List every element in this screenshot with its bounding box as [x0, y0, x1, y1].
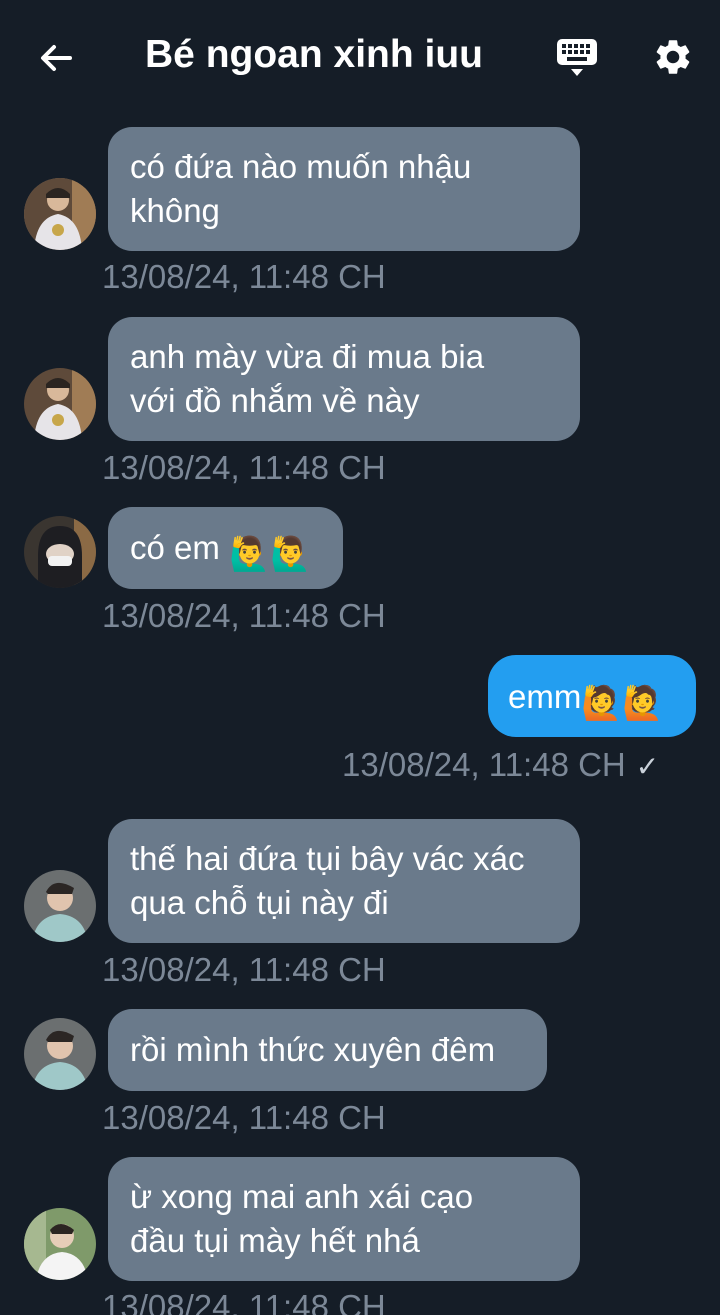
message-timestamp: 13/08/24, 11:48 CH [102, 258, 386, 295]
arrow-left-icon [41, 45, 72, 71]
sender-avatar[interactable] [24, 368, 96, 440]
message-line: có đứa nào muốn nhậu [130, 148, 472, 185]
message-timestamp-row: 13/08/24, 11:48 CH ✓ [342, 746, 659, 784]
incoming-message-bubble[interactable]: anh mày vừa đi mua bia với đồ nhắm về nà… [108, 317, 580, 441]
incoming-message-bubble[interactable]: có đứa nào muốn nhậu không [108, 127, 580, 251]
keyboard-button[interactable] [552, 34, 602, 82]
message-line: không [130, 192, 220, 229]
back-button[interactable] [30, 32, 82, 84]
message-text: rồi mình thức xuyên đêm [130, 1031, 496, 1068]
message-timestamp: 13/08/24, 11:48 CH [342, 746, 626, 783]
message-timestamp: 13/08/24, 11:48 CH [102, 597, 386, 634]
chat-title: Bé ngoan xinh iuu [145, 33, 483, 76]
chat-header: Bé ngoan xinh iuu [0, 0, 720, 112]
message-timestamp: 13/08/24, 11:48 CH [102, 1099, 386, 1136]
outgoing-message-bubble[interactable]: emm🙋🙋 [488, 655, 696, 737]
incoming-message-bubble[interactable]: có em 🙋‍♂️🙋‍♂️ [108, 507, 343, 589]
sender-avatar[interactable] [24, 516, 96, 588]
message-line: thế hai đứa tụi bây vác xác [130, 840, 525, 877]
message-timestamp: 13/08/24, 11:48 CH [102, 1288, 386, 1315]
message-line: với đồ nhắm về này [130, 382, 420, 419]
sender-avatar[interactable] [24, 178, 96, 250]
keyboard-icon [557, 39, 597, 76]
message-line: qua chỗ tụi này đi [130, 884, 389, 921]
sender-avatar[interactable] [24, 870, 96, 942]
raising-hand-emoji-icon: 🙋‍♂️🙋‍♂️ [229, 535, 312, 572]
sender-avatar[interactable] [24, 1208, 96, 1280]
message-text: emm [508, 678, 582, 715]
chat-screen: Bé ngoan xinh iuu có đứa nào muốn nhậu k… [0, 0, 720, 1315]
incoming-message-bubble[interactable]: ừ xong mai anh xái cạo đầu tụi mày hết n… [108, 1157, 580, 1281]
message-line: ừ xong mai anh xái cạo [130, 1178, 474, 1215]
message-timestamp: 13/08/24, 11:48 CH [102, 449, 386, 486]
raising-hand-emoji-icon: 🙋🙋 [581, 684, 664, 721]
incoming-message-bubble[interactable]: thế hai đứa tụi bây vác xác qua chỗ tụi … [108, 819, 580, 943]
gear-icon [656, 40, 690, 74]
message-line: đầu tụi mày hết nhá [130, 1222, 420, 1259]
incoming-message-bubble[interactable]: rồi mình thức xuyên đêm [108, 1009, 547, 1091]
message-timestamp: 13/08/24, 11:48 CH [102, 951, 386, 988]
settings-button[interactable] [648, 32, 698, 82]
sender-avatar[interactable] [24, 1018, 96, 1090]
message-line: anh mày vừa đi mua bia [130, 338, 485, 375]
message-text: có em [130, 529, 220, 566]
sent-check-icon: ✓ [635, 751, 660, 782]
